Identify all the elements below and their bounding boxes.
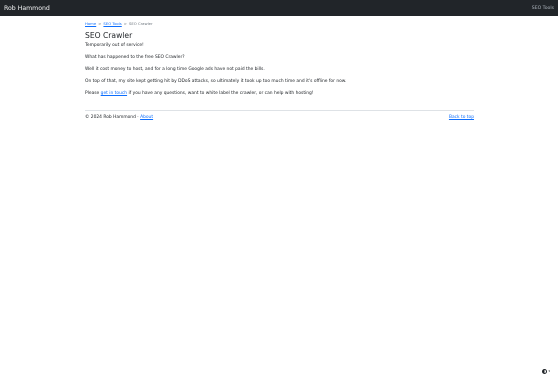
footer-left: © 2024 Rob Hammond · About <box>85 115 153 121</box>
about-link[interactable]: About <box>140 115 153 120</box>
back-to-top-link[interactable]: Back to top <box>449 115 474 121</box>
half-circle-contrast-icon <box>542 369 548 374</box>
contact-text-after: if you have any questions, want to white… <box>127 91 314 96</box>
page-title: SEO Crawler <box>85 31 133 40</box>
breadcrumb-current: SEO Crawler <box>128 21 153 26</box>
status-paragraph: Temporarily out of service! <box>85 43 144 48</box>
contact-paragraph: Please get in touch if you have any ques… <box>85 91 474 97</box>
breadcrumb-separator: > <box>98 21 102 26</box>
ddos-paragraph: On top of that, my site kept getting hit… <box>85 79 347 84</box>
brand-link[interactable]: Rob Hammond <box>4 5 50 12</box>
main-content: Home > SEO Tools > SEO Crawler SEO Crawl… <box>85 16 474 121</box>
theme-toggle-button[interactable]: ▾ <box>542 369 550 374</box>
navbar: Rob Hammond SEO Tools <box>0 0 558 16</box>
cost-paragraph: Well it cost money to host, and for a lo… <box>85 67 265 72</box>
nav-link-seo-tools[interactable]: SEO Tools <box>532 6 554 11</box>
footer-divider <box>85 110 474 111</box>
breadcrumb-separator: > <box>123 21 127 26</box>
get-in-touch-link[interactable]: get in touch <box>101 91 127 96</box>
copyright-text: © 2024 Rob Hammond · <box>85 115 141 120</box>
chevron-down-icon: ▾ <box>548 369 550 373</box>
breadcrumb-home[interactable]: Home <box>85 21 96 26</box>
question-paragraph: What has happened to the free SEO Crawle… <box>85 55 185 60</box>
footer: © 2024 Rob Hammond · About Back to top <box>85 115 474 121</box>
contact-text-before: Please <box>85 91 101 96</box>
breadcrumb-seo-tools[interactable]: SEO Tools <box>103 21 121 26</box>
breadcrumb: Home > SEO Tools > SEO Crawler <box>85 21 474 26</box>
